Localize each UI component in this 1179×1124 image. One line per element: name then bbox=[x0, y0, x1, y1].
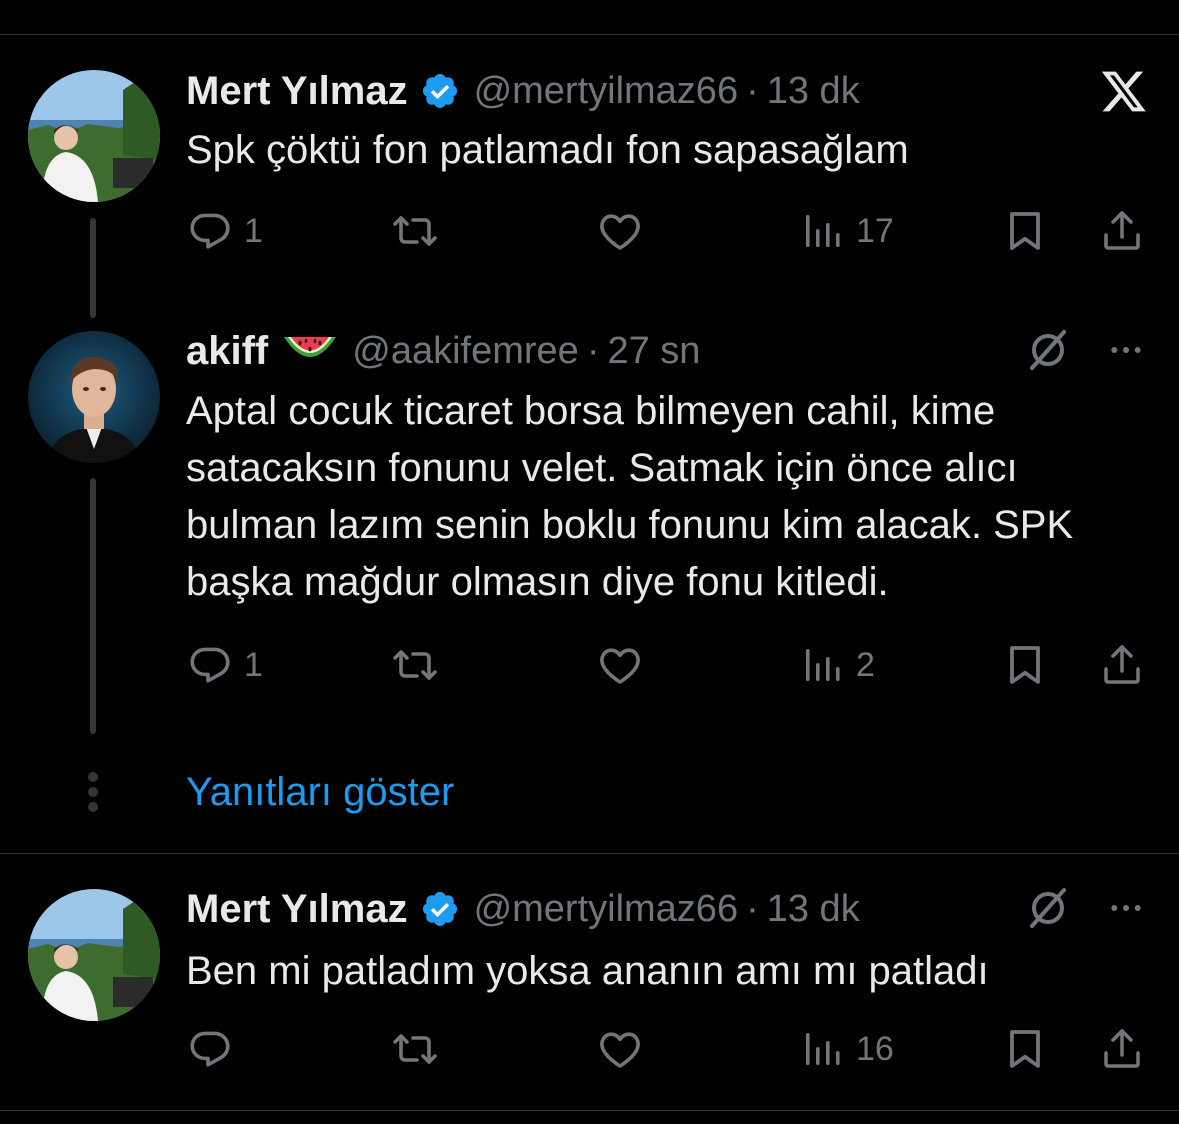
tweet-header: Mert Yılmaz @mertyilmaz66 · 13 dk bbox=[186, 66, 860, 116]
share-icon bbox=[1098, 1025, 1146, 1073]
tweet-time[interactable]: 13 dk bbox=[767, 888, 860, 931]
more-icon[interactable] bbox=[1104, 888, 1148, 928]
bottom-divider bbox=[0, 1110, 1179, 1111]
share-icon bbox=[1098, 641, 1146, 689]
views-count: 16 bbox=[856, 1029, 894, 1068]
tweet-header: akiff @aakifemree · 27 sn bbox=[186, 326, 700, 376]
verified-badge-icon bbox=[420, 71, 460, 111]
like-icon bbox=[596, 641, 644, 689]
share-button[interactable] bbox=[1098, 640, 1146, 690]
show-replies-link[interactable]: Yanıtları göster bbox=[186, 770, 454, 815]
retweet-button[interactable] bbox=[391, 1024, 439, 1074]
views-icon bbox=[798, 641, 846, 689]
bookmark-icon bbox=[1001, 207, 1049, 255]
share-icon bbox=[1098, 207, 1146, 255]
like-button[interactable] bbox=[596, 1024, 644, 1074]
views-button[interactable]: 2 bbox=[798, 640, 875, 690]
tweet-actions: 16 bbox=[186, 1024, 1146, 1074]
more-replies-dots-icon bbox=[86, 772, 100, 812]
author-handle[interactable]: @mertyilmaz66 bbox=[474, 70, 739, 113]
reply-button[interactable]: 1 bbox=[186, 206, 263, 256]
bookmark-icon bbox=[1001, 1025, 1049, 1073]
bookmark-icon bbox=[1001, 641, 1049, 689]
separator-dot: · bbox=[746, 887, 759, 930]
grok-icon[interactable] bbox=[1024, 884, 1072, 932]
bookmark-button[interactable] bbox=[1001, 206, 1049, 256]
avatar-photo bbox=[28, 331, 160, 463]
author-handle[interactable]: @mertyilmaz66 bbox=[474, 888, 739, 931]
tweet-time[interactable]: 27 sn bbox=[607, 330, 700, 373]
tweet-header: Mert Yılmaz @mertyilmaz66 · 13 dk bbox=[186, 884, 860, 934]
watermelon-emoji bbox=[282, 331, 338, 371]
tweet-text: Ben mi patladım yoksa ananın amı mı patl… bbox=[186, 949, 989, 993]
separator-dot: · bbox=[746, 69, 759, 112]
avatar[interactable] bbox=[28, 331, 160, 463]
bookmark-button[interactable] bbox=[1001, 640, 1049, 690]
author-name[interactable]: Mert Yılmaz bbox=[186, 887, 408, 932]
reply-button[interactable]: 1 bbox=[186, 640, 263, 690]
views-count: 2 bbox=[856, 645, 875, 684]
tweet-time[interactable]: 13 dk bbox=[767, 70, 860, 113]
retweet-button[interactable] bbox=[391, 640, 439, 690]
like-icon bbox=[596, 1025, 644, 1073]
reply-button[interactable] bbox=[186, 1024, 234, 1074]
views-count: 17 bbox=[856, 211, 894, 250]
views-icon bbox=[798, 207, 846, 255]
verified-badge-icon bbox=[420, 889, 460, 929]
tweet-actions: 1 17 bbox=[186, 206, 1146, 256]
avatar-photo bbox=[28, 889, 160, 1021]
tweet-actions: 1 2 bbox=[186, 640, 1146, 690]
like-icon bbox=[596, 207, 644, 255]
views-button[interactable]: 16 bbox=[798, 1024, 894, 1074]
reply-count: 1 bbox=[244, 211, 263, 250]
like-button[interactable] bbox=[596, 640, 644, 690]
retweet-icon bbox=[391, 1025, 439, 1073]
thread-line bbox=[90, 478, 96, 734]
x-logo-icon bbox=[1098, 67, 1150, 115]
author-name[interactable]: akiff bbox=[186, 329, 268, 374]
section-divider bbox=[0, 853, 1179, 854]
more-icon[interactable] bbox=[1104, 330, 1148, 370]
separator-dot: · bbox=[586, 329, 600, 372]
like-button[interactable] bbox=[596, 206, 644, 256]
tweet-text: Spk çöktü fon patlamadı fon sapasağlam bbox=[186, 128, 909, 172]
grok-icon[interactable] bbox=[1024, 326, 1072, 374]
tweet-text: Aptal cocuk ticaret borsa bilmeyen cahil… bbox=[186, 389, 1074, 604]
share-button[interactable] bbox=[1098, 206, 1146, 256]
reply-count: 1 bbox=[244, 645, 263, 684]
reply-icon bbox=[186, 1025, 234, 1073]
avatar[interactable] bbox=[28, 889, 160, 1021]
avatar[interactable] bbox=[28, 70, 160, 202]
top-divider bbox=[0, 34, 1179, 35]
retweet-button[interactable] bbox=[391, 206, 439, 256]
avatar-photo bbox=[28, 70, 160, 202]
thread-line bbox=[90, 218, 96, 318]
author-handle[interactable]: @aakifemree bbox=[352, 330, 579, 373]
reply-icon bbox=[186, 207, 234, 255]
author-name[interactable]: Mert Yılmaz bbox=[186, 69, 408, 114]
reply-icon bbox=[186, 641, 234, 689]
views-button[interactable]: 17 bbox=[798, 206, 894, 256]
retweet-icon bbox=[391, 641, 439, 689]
views-icon bbox=[798, 1025, 846, 1073]
retweet-icon bbox=[391, 207, 439, 255]
share-button[interactable] bbox=[1098, 1024, 1146, 1074]
bookmark-button[interactable] bbox=[1001, 1024, 1049, 1074]
